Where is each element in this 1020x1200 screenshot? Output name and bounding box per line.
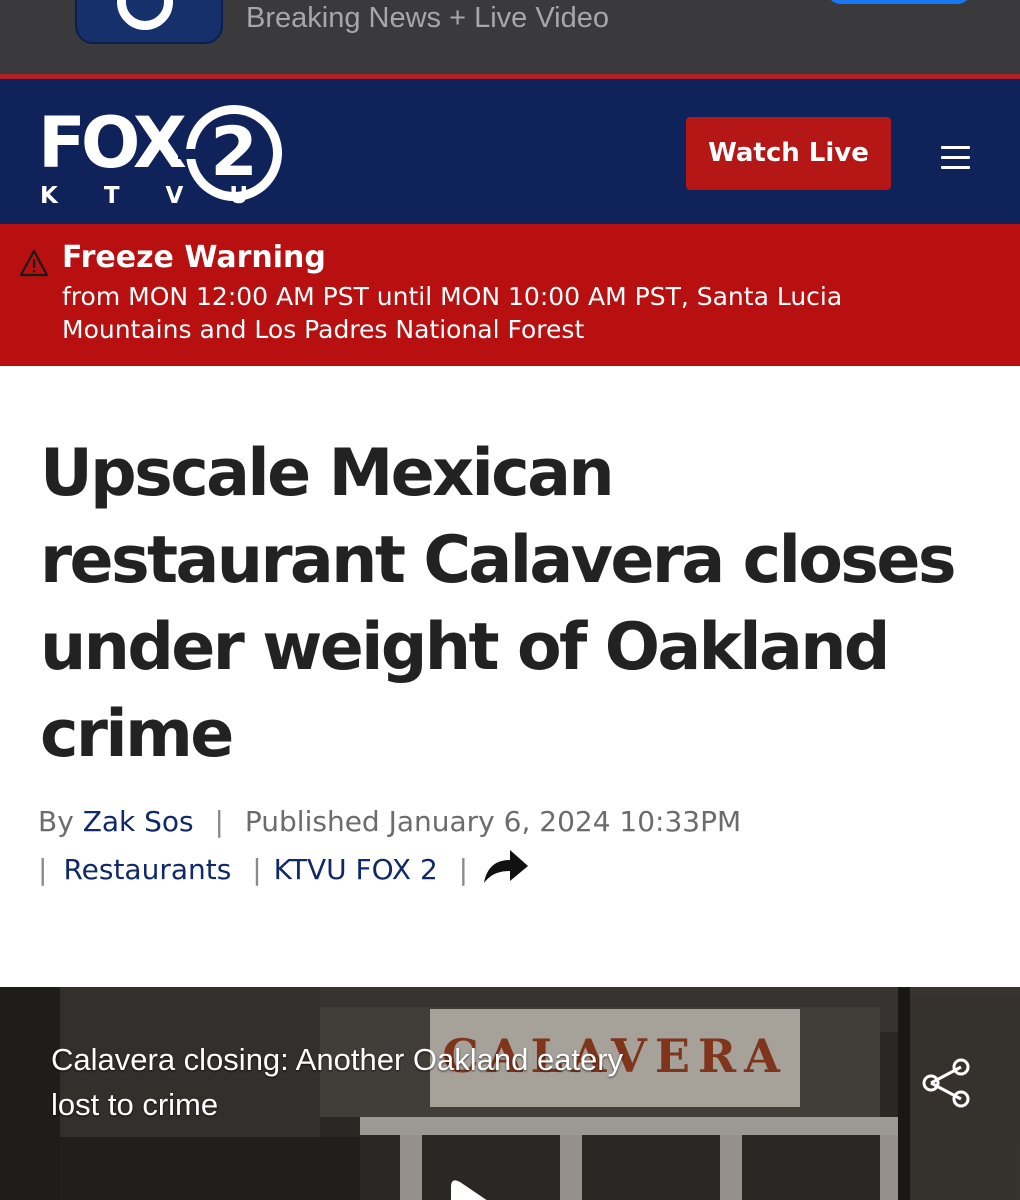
meta-separator: | — [252, 853, 262, 886]
logo-callsign-text: K T V U — [40, 183, 267, 209]
freeze-warning-alert[interactable]: Freeze Warning from MON 12:00 AM PST unt… — [0, 224, 1020, 366]
byline-prefix: By — [38, 805, 74, 838]
category-link[interactable]: Restaurants — [63, 853, 231, 886]
share-nodes-icon[interactable] — [918, 1055, 974, 1111]
play-icon[interactable] — [421, 1173, 521, 1200]
app-banner-open-button[interactable] — [826, 0, 972, 4]
meta-separator: | — [38, 853, 48, 886]
fox2-app-icon[interactable] — [75, 0, 223, 44]
app-banner: Breaking News + Live Video — [0, 0, 1020, 74]
source-link[interactable]: KTVU FOX 2 — [274, 853, 438, 886]
app-icon-ring — [117, 0, 173, 30]
published-date: Published January 6, 2024 10:33PM — [244, 805, 742, 838]
site-header: FOX 2 K T V U Watch Live — [0, 79, 1020, 224]
video-player[interactable]: CALAVERA Calavera closing: Another Oakla… — [0, 987, 1020, 1200]
app-banner-subtitle: Breaking News + Live Video — [246, 2, 609, 34]
fox2-ktvu-logo[interactable]: FOX 2 K T V U — [38, 95, 298, 215]
meta-separator: | — [458, 853, 469, 886]
author-link[interactable]: Zak Sos — [83, 805, 194, 838]
hamburger-menu-icon[interactable] — [935, 139, 975, 179]
alert-body: from MON 12:00 AM PST until MON 10:00 AM… — [62, 282, 843, 344]
share-arrow-icon[interactable] — [480, 847, 530, 885]
meta-separator: | — [214, 805, 224, 838]
article-meta: By Zak Sos | Published January 6, 2024 1… — [38, 798, 998, 894]
logo-number-text: 2 — [210, 113, 257, 192]
article-headline: Upscale Mexican restaurant Calavera clos… — [40, 436, 957, 772]
logo-brand-text: FOX — [38, 102, 186, 184]
watch-live-button[interactable]: Watch Live — [686, 117, 891, 190]
warning-triangle-icon — [19, 249, 49, 277]
video-caption: Calavera closing: Another Oakland eatery… — [51, 1042, 624, 1122]
alert-title: Freeze Warning — [62, 240, 326, 275]
